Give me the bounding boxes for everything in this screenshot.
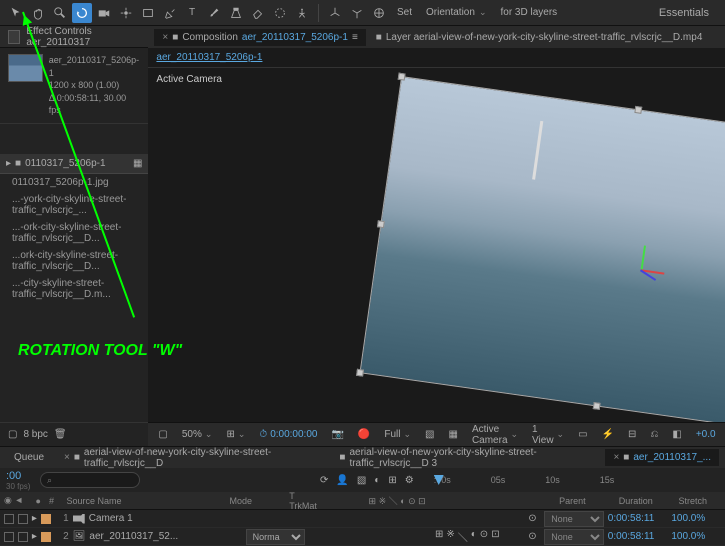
rect-tool-icon[interactable] [138, 3, 158, 23]
set-label: Set [391, 7, 418, 18]
project-row[interactable]: ...-city-skyline-street-traffic_rvlscrjc… [0, 275, 148, 303]
top-toolbar: T Set Orientation for 3D layers Essentia… [0, 0, 725, 26]
type-tool-icon[interactable]: T [182, 3, 202, 23]
interpret-footage-icon[interactable]: ▢ [8, 429, 17, 440]
layer-row[interactable]: ▸ 1 Camera 1 ⊙ None 0:00:58:11 100.0% [0, 510, 725, 528]
graph-editor-icon[interactable]: ⊞ [388, 475, 396, 486]
snapshot-icon[interactable]: 📷 [327, 429, 347, 440]
ae-logo-icon [8, 30, 20, 44]
hand-tool-icon[interactable] [28, 3, 48, 23]
project-row[interactable]: ...-ork-city-skyline-street-traffic_rvls… [0, 219, 148, 247]
local-axis-icon[interactable] [325, 3, 345, 23]
composition-viewer[interactable]: Active Camera [148, 68, 725, 422]
composition-tab[interactable]: ■ Composition aer_20110317_5206p-1 ≡ [154, 29, 365, 46]
pan-behind-tool-icon[interactable] [116, 3, 136, 23]
viewer-footer: ▢ 50% ⊞ ⏱ 0:00:00:00 📷 🔴 Full ▧ ▦ Active… [148, 422, 725, 446]
exposure-reset-icon[interactable]: ◧ [668, 429, 685, 440]
timeline-tabs: Queue ■aerial-view-of-new-york-city-skyl… [0, 446, 725, 468]
transform-handle[interactable] [377, 220, 385, 228]
timeline-columns: ◉ ◄ ● # Source Name Mode T TrkMat ⊞ ※ ＼ … [0, 492, 725, 510]
trash-icon[interactable]: 🗑 [54, 429, 67, 440]
roto-brush-tool-icon[interactable] [270, 3, 290, 23]
timeline-icon[interactable]: ⊟ [624, 429, 640, 440]
effect-controls-tab[interactable]: Effect Controls aer_20110317 [0, 26, 148, 48]
pen-tool-icon[interactable] [160, 3, 180, 23]
flowchart-icon[interactable]: ⎌ [646, 429, 662, 440]
quality-dropdown[interactable]: Full [380, 429, 415, 440]
time-ruler[interactable]: :00s 05s 10s 15s [434, 475, 725, 485]
3d-gizmo[interactable] [625, 253, 659, 287]
draft3d-icon[interactable]: ⟳ [320, 475, 328, 486]
zoom-dropdown[interactable]: 50% [178, 429, 217, 440]
project-row[interactable]: ...-york-city-skyline-street-traffic_rvl… [0, 191, 148, 219]
transparency-icon[interactable]: ▧ [421, 429, 438, 440]
parent-dropdown[interactable]: None [544, 511, 604, 527]
layer-canvas[interactable] [360, 76, 725, 422]
timeline-panel: :0030 fps) ⟳ 👤 ▧ ◐ ⊞ ⚙ :00s 05s 10s 15s … [0, 468, 725, 546]
camera-layer-icon [73, 514, 85, 524]
transform-handle[interactable] [356, 369, 364, 377]
comp-breadcrumb[interactable]: aer_20110317_5206p-1 [148, 48, 725, 68]
timeline-tab[interactable]: ■aerial-view-of-new-york-city-skyline-st… [56, 444, 327, 472]
rotation-tool-icon[interactable] [72, 3, 92, 23]
channel-icon[interactable]: 🔴 [354, 429, 374, 440]
hide-shy-icon[interactable]: 👤 [336, 475, 348, 486]
brush-tool-icon[interactable] [204, 3, 224, 23]
effect-controls-label: Effect Controls aer_20110317 [26, 26, 140, 48]
timeline-search[interactable] [40, 472, 140, 488]
camera-dropdown[interactable]: Active Camera [468, 424, 522, 446]
transform-handle[interactable] [593, 402, 601, 410]
project-row[interactable]: 0110317_5206p-1.jpg [0, 174, 148, 191]
bpc-label[interactable]: 8 bpc [23, 429, 47, 440]
eraser-tool-icon[interactable] [248, 3, 268, 23]
pixel-aspect-icon[interactable]: ▭ [574, 429, 591, 440]
blend-mode-dropdown[interactable]: Norma [246, 529, 306, 545]
transform-handle[interactable] [635, 106, 643, 114]
brainstorm-icon[interactable]: ⚙ [405, 475, 414, 486]
render-queue-tab[interactable]: Queue [6, 449, 52, 466]
thumbnail [8, 54, 43, 82]
always-preview-icon[interactable]: ▢ [154, 429, 171, 440]
current-time[interactable]: ⏱ 0:00:00:00 [255, 429, 321, 440]
timeline-tab[interactable]: ■aerial-view-of-new-york-city-skyline-st… [331, 444, 601, 472]
views-dropdown[interactable]: 1 View [528, 424, 568, 446]
puppet-tool-icon[interactable] [292, 3, 312, 23]
camera-tool-icon[interactable] [94, 3, 114, 23]
layer-row[interactable]: ▸ 2 🖼aer_20110317_52... Norma ⊞※＼◐⊙⊡ ⊙ N… [0, 528, 725, 546]
composition-panel: ■ Composition aer_20110317_5206p-1 ≡ ■La… [148, 26, 725, 446]
parent-dropdown[interactable]: None [544, 529, 604, 545]
selection-tool-icon[interactable] [6, 3, 26, 23]
exposure-value[interactable]: +0.0 [692, 429, 720, 440]
for-3d-label: for 3D layers [494, 7, 563, 18]
close-icon[interactable] [162, 32, 168, 43]
project-panel: Effect Controls aer_20110317 aer_2011031… [0, 26, 148, 446]
footage-layer-icon: 🖼 [73, 531, 86, 542]
motion-blur-icon[interactable]: ◐ [374, 475, 380, 486]
frame-blend-icon[interactable]: ▧ [357, 475, 366, 486]
view-axis-icon[interactable] [369, 3, 389, 23]
transform-handle[interactable] [398, 73, 406, 81]
active-camera-label: Active Camera [156, 74, 222, 85]
region-icon[interactable]: ▦ [444, 429, 461, 440]
project-selected-item[interactable]: aer_20110317_5206p-1 1200 x 800 (1.00) Δ… [0, 48, 148, 124]
project-row[interactable]: ...ork-city-skyline-street-traffic_rvlsc… [0, 247, 148, 275]
clone-stamp-tool-icon[interactable] [226, 3, 246, 23]
timeline-time[interactable]: :00 [6, 470, 21, 482]
zoom-tool-icon[interactable] [50, 3, 70, 23]
world-axis-icon[interactable] [347, 3, 367, 23]
layer-tab[interactable]: ■Layer aerial-view-of-new-york-city-skyl… [368, 29, 711, 46]
orientation-dropdown[interactable]: Orientation [420, 5, 492, 20]
project-comp-header[interactable]: ▸■0110317_5206p-1 ▦ [0, 154, 148, 174]
fast-preview-icon[interactable]: ⚡ [598, 429, 618, 440]
project-item-meta: aer_20110317_5206p-1 1200 x 800 (1.00) Δ… [49, 54, 141, 117]
resolution-dropdown[interactable]: ⊞ [222, 429, 249, 440]
workspace-selector[interactable]: Essentials [649, 3, 719, 23]
timeline-tab[interactable]: ■aer_20110317_... [605, 449, 719, 466]
